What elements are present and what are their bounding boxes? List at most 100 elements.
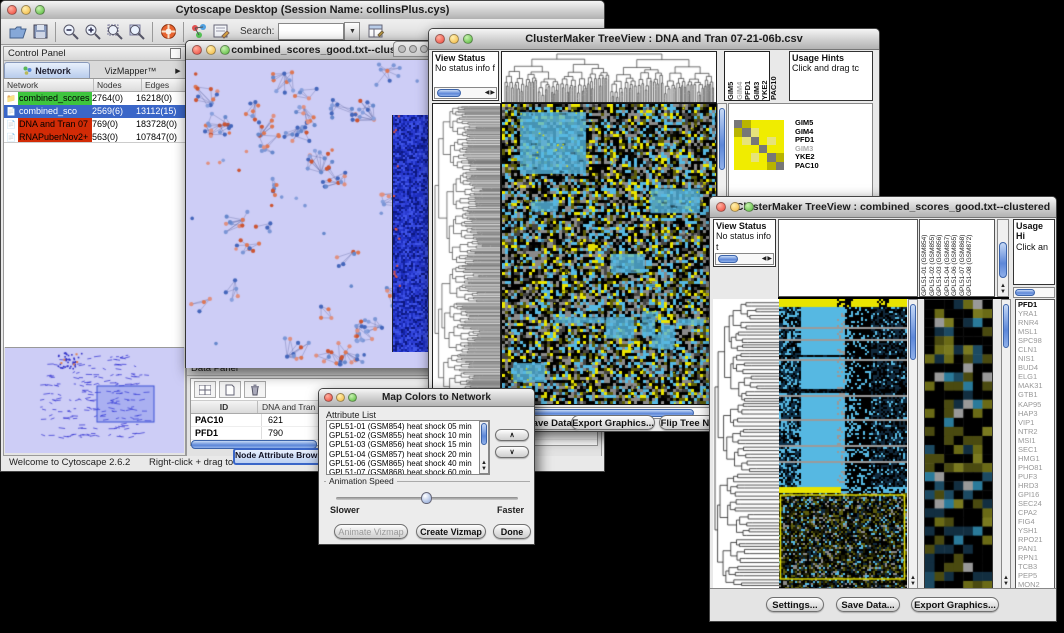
tv1-matrix-cell[interactable] [759,120,767,128]
attribute-list-item[interactable]: GPL51-02 (GSM855) heat shock 10 min [329,431,489,440]
tv1-matrix-cell[interactable] [742,128,750,136]
network-table-row[interactable]: 📁combined_scores2764(0)16218(0) [4,92,185,105]
done-button[interactable]: Done [493,524,531,539]
tv2-row-dendrogram[interactable] [713,299,779,589]
tab-network[interactable]: Network [4,62,90,78]
zoom-window-icon[interactable] [348,393,357,402]
move-up-button[interactable]: ∧ [495,429,529,441]
network-overview-thumbnail[interactable] [5,348,184,453]
network-table-column-network[interactable]: Network [4,79,94,91]
save-disk-icon[interactable] [29,22,51,42]
tv2-heatmap[interactable] [779,299,907,589]
network-overview-panel[interactable] [5,347,184,454]
new-attribute-icon[interactable] [219,381,241,398]
tv2-gene-item[interactable]: PAN1 [1018,544,1054,553]
tv1-matrix-cell[interactable] [767,120,775,128]
inactive-zoom-icon[interactable] [420,45,428,53]
attribute-table-icon[interactable] [365,22,387,42]
tv2-toplabels-vscrollbar[interactable]: ▲▼ [997,219,1009,297]
tv1-matrix-cell[interactable] [734,162,742,170]
tv1-matrix-cell[interactable] [742,145,750,153]
tv1-matrix-cell[interactable] [751,128,759,136]
move-down-button[interactable]: ∨ [495,446,529,458]
tv1-status-scrollbar[interactable]: ◀▶ [434,87,497,99]
tv1-export-graphics-button[interactable]: Export Graphics... [571,415,655,430]
tv2-zoom-heatmap[interactable] [924,299,993,591]
tv2-gene-item[interactable]: CPA2 [1018,508,1054,517]
tv1-submatrix-heatmap[interactable] [734,120,784,170]
main-window-controls[interactable] [7,5,45,15]
zoom-window-icon[interactable] [463,34,473,44]
zoom-in-icon[interactable] [82,22,104,42]
tv2-gene-item[interactable]: KAP95 [1018,400,1054,409]
search-dropdown-button[interactable]: ▼ [344,22,360,41]
tv2-gene-item[interactable]: TCB3 [1018,562,1054,571]
slider-thumb[interactable] [421,492,432,504]
tv2-gene-item[interactable]: PHO81 [1018,463,1054,472]
tv1-matrix-cell[interactable] [759,145,767,153]
zoom-window-icon[interactable] [744,202,754,212]
attribute-list-item[interactable]: GPL51-01 (GSM854) heat shock 05 min [329,422,489,431]
tv2-hints-scrollbar[interactable] [1013,287,1055,298]
main-titlebar[interactable]: Cytoscape Desktop (Session Name: collins… [1,1,604,20]
minimize-icon[interactable] [336,393,345,402]
node-attribute-browser-tab[interactable]: Node Attribute Browser [233,448,323,465]
tv1-matrix-cell[interactable] [767,145,775,153]
tv1-matrix-cell[interactable] [751,162,759,170]
tv2-gene-list[interactable]: PFD1YRA1RNR4MSL1SPC98CLN1NIS1BUD4ELG1MAK… [1015,299,1055,589]
tv2-gene-item[interactable]: BUD4 [1018,363,1054,372]
inactive-close-icon[interactable] [398,45,406,53]
tv1-matrix-cell[interactable] [776,137,784,145]
tv1-matrix-cell[interactable] [751,145,759,153]
tab-overflow-button[interactable]: ▶ [171,64,185,78]
annotation-icon[interactable] [210,22,232,42]
column-id[interactable]: ID [191,401,258,413]
close-icon[interactable] [7,5,17,15]
tv1-matrix-cell[interactable] [759,162,767,170]
close-icon[interactable] [435,34,445,44]
tv1-matrix-cell[interactable] [734,137,742,145]
minimize-icon[interactable] [730,202,740,212]
search-input[interactable] [278,23,344,40]
tv1-matrix-cell[interactable] [767,153,775,161]
tv2-export-graphics-button[interactable]: Export Graphics... [911,597,999,612]
tv2-gene-item[interactable]: HRD3 [1018,481,1054,490]
tv1-row-dendrogram[interactable] [432,103,501,405]
zoom-fit-icon[interactable] [104,22,126,42]
tv2-gene-item[interactable]: RNR4 [1018,318,1054,327]
tv2-gene-item[interactable]: SPC98 [1018,336,1054,345]
close-icon[interactable] [716,202,726,212]
tv1-matrix-cell[interactable] [742,137,750,145]
close-icon[interactable] [324,393,333,402]
tv1-matrix-cell[interactable] [776,153,784,161]
zoom-window-icon[interactable] [220,45,230,55]
delete-trash-icon[interactable] [244,381,266,398]
tv2-gene-item[interactable]: MAK31 [1018,381,1054,390]
tv2-gene-item[interactable]: MSI1 [1018,436,1054,445]
tv2-gene-item[interactable]: HMG1 [1018,454,1054,463]
close-icon[interactable] [192,45,202,55]
tv2-gene-item[interactable]: NTR2 [1018,427,1054,436]
network-table-row[interactable]: 📄DNA and Tran 07769(0)183728(0) [4,118,185,131]
tv1-matrix-cell[interactable] [751,137,759,145]
tv1-matrix-cell[interactable] [776,120,784,128]
tv2-gene-item[interactable]: CLN1 [1018,345,1054,354]
tv2-gene-item[interactable]: VIP1 [1018,418,1054,427]
treeview2-titlebar[interactable]: ClusterMaker TreeView : combined_scores_… [710,197,1056,218]
animation-speed-slider[interactable] [336,497,518,500]
node-views-icon[interactable] [188,22,210,42]
zoom-out-icon[interactable] [60,22,82,42]
tv1-matrix-cell[interactable] [742,162,750,170]
tv1-heatmap[interactable] [501,103,717,405]
tv1-matrix-cell[interactable] [767,137,775,145]
tv1-matrix-cell[interactable] [734,145,742,153]
tv2-gene-item[interactable]: MSL1 [1018,327,1054,336]
tv2-gene-item[interactable]: SEC24 [1018,499,1054,508]
tv2-gene-item[interactable]: PEP5 [1018,571,1054,580]
help-ring-icon[interactable] [157,22,179,42]
tv1-matrix-cell[interactable] [751,120,759,128]
float-panel-icon[interactable] [170,48,181,59]
tv2-gene-item[interactable]: GTB1 [1018,390,1054,399]
tv1-matrix-cell[interactable] [776,128,784,136]
tv1-matrix-cell[interactable] [742,153,750,161]
